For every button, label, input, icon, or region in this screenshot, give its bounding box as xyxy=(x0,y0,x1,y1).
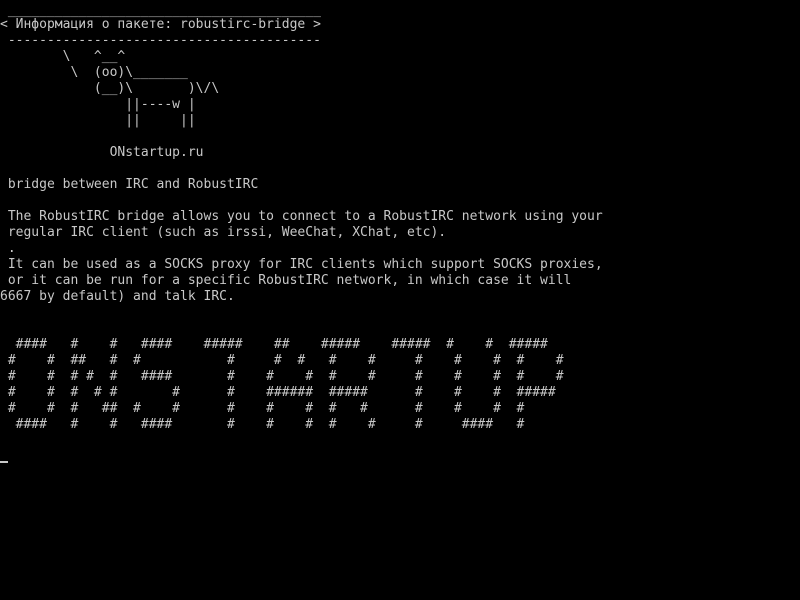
terminal-line: or it can be run for a specific RobustIR… xyxy=(0,273,572,288)
terminal-line: #### # # #### # # # # # # #### # xyxy=(0,417,525,432)
terminal-line: The RobustIRC bridge allows you to conne… xyxy=(0,209,603,224)
terminal-screen[interactable]: ________________________________________… xyxy=(0,0,800,600)
terminal-line: \ (oo)\_______ xyxy=(0,65,188,80)
terminal-line: ||----w | xyxy=(0,97,196,112)
terminal-line: < Информация о пакете: robustirc-bridge … xyxy=(0,17,321,32)
terminal-line: ONstartup.ru xyxy=(0,145,204,160)
terminal-line: || || xyxy=(0,113,196,128)
terminal-line: # # # # # # # ###### ##### # # # ##### xyxy=(0,385,556,400)
terminal-line: 6667 by default) and talk IRC. xyxy=(0,289,235,304)
terminal-line: # # # ## # # # # # # # # # # # xyxy=(0,401,525,416)
terminal-line: (__)\ )\/\ xyxy=(0,81,220,96)
text-cursor xyxy=(0,461,8,463)
terminal-line: ---------------------------------------- xyxy=(0,33,321,48)
terminal-line: \ ^__^ xyxy=(0,49,126,64)
terminal-line: bridge between IRC and RobustIRC xyxy=(0,177,259,192)
terminal-line: #### # # #### ##### ## ##### ##### # # #… xyxy=(0,337,548,352)
terminal-line: # # ## # # # # # # # # # # # # xyxy=(0,353,564,368)
terminal-line: # # # # # #### # # # # # # # # # # xyxy=(0,369,564,384)
terminal-line: regular IRC client (such as irssi, WeeCh… xyxy=(0,225,447,240)
terminal-line: . xyxy=(0,241,16,256)
terminal-line: It can be used as a SOCKS proxy for IRC … xyxy=(0,257,603,272)
